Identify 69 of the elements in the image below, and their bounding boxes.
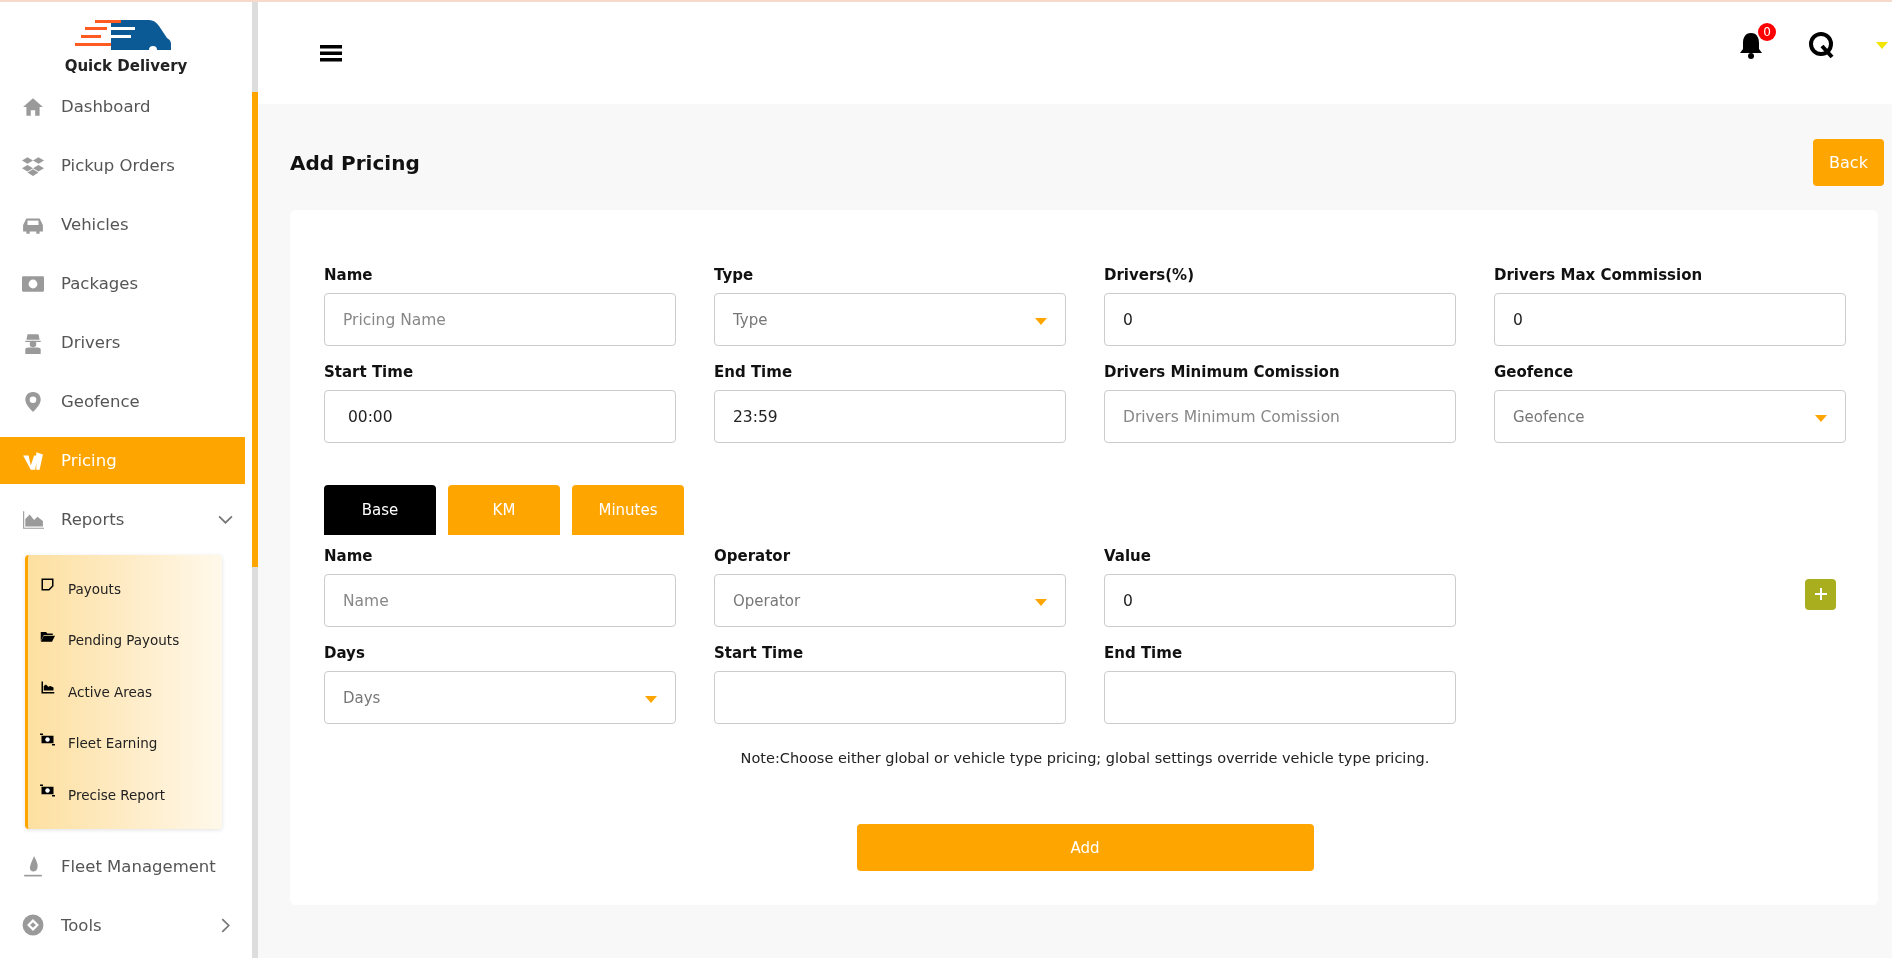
- cash-icon: [40, 731, 55, 747]
- caret-icon: [1035, 318, 1047, 325]
- tools-icon: [22, 914, 44, 936]
- input-field[interactable]: 23:59: [714, 390, 1066, 443]
- scrollbar-thumb[interactable]: [252, 92, 258, 567]
- menu-button[interactable]: [320, 44, 342, 62]
- submenu-item[interactable]: Fleet Earning: [28, 717, 222, 769]
- field-label: Days: [324, 644, 366, 662]
- menu-icon: [320, 44, 342, 62]
- sidebar-item[interactable]: Fleet Management: [0, 842, 245, 890]
- tab[interactable]: Base: [324, 485, 436, 535]
- submenu-item[interactable]: Precise Report: [28, 769, 222, 821]
- field-label: Drivers Minimum Comission: [1104, 363, 1341, 381]
- field-label: Start Time: [714, 644, 805, 662]
- notification-badge: 0: [1758, 23, 1776, 41]
- caret-icon[interactable]: [1876, 41, 1888, 49]
- select-field[interactable]: Type: [714, 293, 1066, 346]
- field-label: Operator: [714, 547, 792, 565]
- sidebar-item[interactable]: Vehicles: [0, 201, 245, 248]
- caret-icon: [1035, 599, 1047, 606]
- input-field[interactable]: Drivers Minimum Comission: [1104, 390, 1456, 443]
- sidebar-item[interactable]: Pickup Orders: [0, 142, 245, 189]
- plus-icon: [1813, 587, 1828, 601]
- sidebar-item[interactable]: Packages: [0, 260, 245, 307]
- sidebar-item[interactable]: Tools: [0, 901, 245, 949]
- field-label: Name: [324, 266, 374, 284]
- cash-icon: [40, 783, 55, 799]
- location-pin-icon: [22, 390, 44, 413]
- input-field[interactable]: Name: [324, 574, 676, 627]
- area-chart-icon: [40, 680, 55, 696]
- q-logo-icon[interactable]: [1808, 31, 1836, 59]
- pricing-icon: [22, 449, 44, 472]
- note-text: Note:Choose either global or vehicle type pricing; global settings override vehicle type pricing.: [739, 750, 1431, 766]
- sidebar-item[interactable]: Dashboard: [0, 83, 245, 130]
- input-field[interactable]: [714, 671, 1066, 724]
- driver-icon: [22, 331, 44, 354]
- caret-icon: [1815, 415, 1827, 422]
- select-field[interactable]: Days: [324, 671, 676, 724]
- submenu-item[interactable]: Pending Payouts: [28, 614, 222, 666]
- field-label: End Time: [1104, 644, 1184, 662]
- field-label: Geofence: [1494, 363, 1575, 381]
- field-label: Type: [714, 266, 755, 284]
- caret-icon: [645, 696, 657, 703]
- input-field[interactable]: 0: [1494, 293, 1846, 346]
- sidebar-item[interactable]: Drivers: [0, 319, 245, 366]
- input-field[interactable]: 0: [1104, 574, 1456, 627]
- submenu-item[interactable]: Active Areas: [28, 666, 222, 718]
- note-icon: [40, 577, 55, 593]
- submenu-item[interactable]: Payouts: [28, 563, 222, 615]
- field-label: Start Time: [324, 363, 415, 381]
- add-row-button[interactable]: [1805, 578, 1836, 610]
- field-label: End Time: [714, 363, 794, 381]
- field-label: Drivers Max Commission: [1494, 266, 1704, 284]
- boxes-icon: [22, 154, 44, 177]
- field-label: Drivers(%): [1104, 266, 1195, 284]
- input-field[interactable]: Pricing Name: [324, 293, 676, 346]
- input-field[interactable]: 0: [1104, 293, 1456, 346]
- select-field[interactable]: Geofence: [1494, 390, 1846, 443]
- input-field[interactable]: 00:00: [324, 390, 676, 443]
- sidebar-item[interactable]: Geofence: [0, 378, 245, 425]
- area-chart-icon: [22, 508, 44, 531]
- bell-icon[interactable]: [1738, 31, 1764, 59]
- field-label: Name: [324, 547, 374, 565]
- sidebar-item[interactable]: Reports: [0, 496, 245, 543]
- input-field[interactable]: [1104, 671, 1456, 724]
- brand-name: Quick Delivery: [64, 57, 188, 75]
- page-title: Add Pricing: [290, 150, 420, 175]
- field-label: Value: [1104, 547, 1152, 565]
- select-field[interactable]: Operator: [714, 574, 1066, 627]
